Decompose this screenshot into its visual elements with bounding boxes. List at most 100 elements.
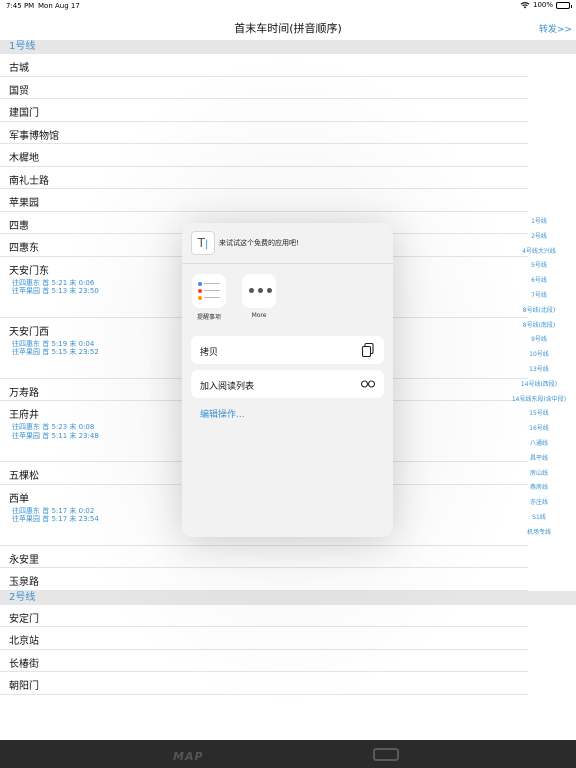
copy-icon [361,342,374,358]
more-icon [242,274,276,308]
status-date: Mon Aug 17 [38,2,80,10]
index-item[interactable]: 9号线 [502,333,576,348]
battery-icon [556,1,572,9]
glasses-icon [360,380,376,388]
share-apps: 提醒事项 More [191,274,277,321]
share-sheet: T| 来试试这个免费的应用吧! 提醒事项 More 拷贝 加入阅读列表 编辑操作… [182,223,393,537]
add-reading-list-action[interactable]: 加入阅读列表 [191,370,384,398]
status-right: 100% [520,1,572,9]
status-bar: 7:45 PM Mon Aug 17 100% [0,0,576,13]
index-item[interactable]: 10号线 [502,348,576,363]
switch-icon[interactable] [373,748,399,761]
station-times: 往四惠东 首 5:21 末 0:06 往苹果园 首 5:13 末 23:50 [12,279,99,296]
index-item[interactable]: 14号线(西段) [502,378,576,393]
index-item[interactable]: 2号线 [502,230,576,245]
station-name: 古城 [9,63,29,74]
index-item[interactable]: 昌平线 [502,452,576,467]
station-name: 万寿路 [9,387,39,399]
station-row[interactable]: 北京站 [0,627,528,650]
station-name: 西单 [9,493,29,505]
index-item[interactable]: 机场专线 [502,526,576,541]
direction-time: 往四惠东 首 5:23 末 0:08 [12,423,95,431]
station-row[interactable]: 木樨地 [0,144,528,167]
map-button[interactable]: MAP [173,750,204,763]
app-thumbnail-icon: T| [191,231,215,255]
index-item[interactable]: S1线 [502,511,576,526]
direction-time: 往苹果园 首 5:11 末 23:48 [12,431,99,440]
share-preview-text: 来试试这个免费的应用吧! [219,239,299,247]
direction-time: 往四惠东 首 5:21 末 0:06 [12,278,95,287]
section-header: 2号线 [0,590,576,605]
bottom-toolbar: MAP [0,740,576,768]
station-name: 北京站 [9,636,39,647]
index-item[interactable]: 6号线 [502,274,576,289]
index-item[interactable]: 16号线 [502,422,576,437]
index-item[interactable]: 1号线 [502,215,576,230]
section-header: 1号线 [0,40,576,54]
station-row[interactable]: 军事博物馆 [0,122,528,144]
station-times: 往四惠东 首 5:17 末 0:02 往苹果园 首 5:17 末 23:54 [12,507,99,524]
index-item[interactable]: 13号线 [502,363,576,378]
nav-bar: 首末车时间(拼音顺序) 转发>> [0,13,576,40]
battery-percent: 100% [532,1,553,9]
station-name: 天安门东 [9,265,49,277]
station-name: 王府井 [9,410,39,421]
reminders-icon [192,274,226,308]
index-item[interactable]: 8号线(北段) [502,304,576,319]
station-row[interactable]: 永安里 [0,546,528,568]
share-app-label: 提醒事项 [196,314,221,321]
index-item[interactable]: 八通线 [502,437,576,452]
station-name: 五棵松 [9,471,39,482]
index-item[interactable]: 7号线 [502,289,576,304]
share-app-reminders[interactable]: 提醒事项 [191,274,227,321]
station-name: 长椿街 [9,658,39,670]
page-title: 首末车时间(拼音顺序) [234,22,342,35]
wifi-icon [520,2,530,9]
direction-time: 往苹果园 首 5:15 末 23:52 [12,348,99,356]
direction-time: 往苹果园 首 5:13 末 23:50 [12,287,99,295]
station-name: 永安里 [9,554,39,566]
station-row[interactable]: 苹果园 [0,189,528,212]
index-item[interactable]: 8号线(南段) [502,319,576,334]
station-name: 安定门 [9,613,39,625]
station-row[interactable]: 国贸 [0,77,528,99]
action-label: 拷贝 [200,348,219,358]
station-name: 建国门 [9,108,39,119]
section-index[interactable]: 1号线 2号线 4号线大兴线 5号线 6号线 7号线 8号线(北段) 8号线(南段) 9号线 10… [502,215,576,541]
station-name: 南礼士路 [9,175,49,187]
station-row[interactable]: 安定门 [0,605,528,627]
station-row[interactable]: 玉泉路 [0,568,528,591]
forward-button[interactable]: 转发>> [539,22,572,35]
direction-time: 往苹果园 首 5:17 末 23:54 [12,515,99,523]
index-item[interactable]: 4号线大兴线 [502,245,576,260]
station-name: 军事博物馆 [9,130,59,142]
station-name: 玉泉路 [9,577,39,588]
index-item[interactable]: 燕房线 [502,481,576,496]
status-time: 7:45 PM [6,2,35,10]
index-item[interactable]: 15号线 [502,407,576,422]
station-row[interactable]: 长椿街 [0,650,528,672]
index-item[interactable]: 亦庄线 [502,496,576,511]
index-item[interactable]: 5号线 [502,259,576,274]
station-times: 往四惠东 首 5:23 末 0:08 往苹果园 首 5:11 末 23:48 [12,423,99,440]
action-label: 加入阅读列表 [200,382,255,392]
station-name: 四惠 [9,220,29,232]
index-item[interactable]: 房山线 [502,467,576,482]
station-name: 天安门西 [9,326,49,338]
index-item[interactable]: 14号线东段(含中段) [502,393,576,408]
station-name: 国贸 [9,85,29,97]
station-row[interactable]: 古城 [0,54,528,77]
station-name: 苹果园 [9,198,39,209]
station-row[interactable]: 建国门 [0,99,528,122]
direction-time: 往四惠东 首 5:17 末 0:02 [12,506,95,515]
edit-actions-link[interactable]: 编辑操作... [200,407,245,420]
station-name: 木樨地 [9,153,39,164]
share-app-more[interactable]: More [241,274,277,321]
station-row[interactable]: 南礼士路 [0,167,528,189]
direction-time: 往四惠东 首 5:19 末 0:04 [12,339,95,348]
station-name: 朝阳门 [9,681,39,692]
share-preview: T| 来试试这个免费的应用吧! [182,223,393,264]
copy-action[interactable]: 拷贝 [191,336,384,364]
station-row[interactable]: 朝阳门 [0,672,528,695]
station-times: 往四惠东 首 5:19 末 0:04 往苹果园 首 5:15 末 23:52 [12,340,99,357]
